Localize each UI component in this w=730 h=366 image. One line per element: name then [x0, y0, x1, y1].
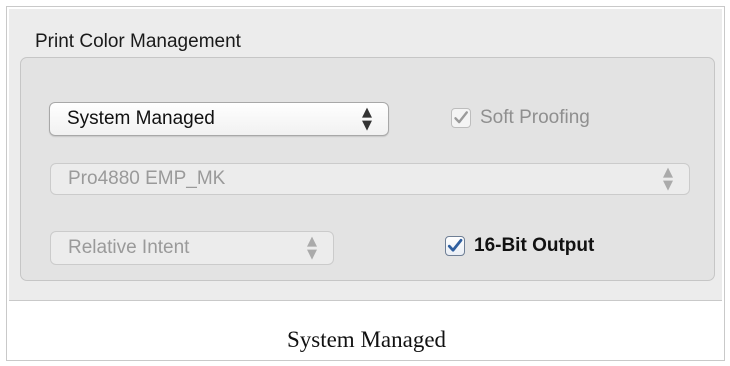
figure-frame: Print Color Management System Managed ▲ ▼…	[6, 6, 725, 361]
updown-arrows-icon: ▲ ▼	[663, 165, 673, 193]
bit16-output-label: 16-Bit Output	[474, 235, 595, 256]
soft-proofing-checkbox-row[interactable]: Soft Proofing	[451, 107, 590, 129]
soft-proofing-label: Soft Proofing	[480, 107, 590, 128]
updown-arrows-icon: ▲ ▼	[362, 105, 372, 133]
printer-profile-value: Pro4880 EMP_MK	[68, 168, 226, 189]
color-handling-value: System Managed	[67, 108, 215, 129]
color-handling-popup[interactable]: System Managed ▲ ▼	[49, 102, 389, 136]
rendering-intent-value: Relative Intent	[68, 237, 190, 258]
updown-arrows-icon: ▲ ▼	[307, 234, 317, 262]
figure-caption: System Managed	[286, 327, 447, 352]
checkmark-icon	[447, 238, 463, 252]
bit16-output-checkbox[interactable]	[445, 236, 465, 256]
bit16-output-checkbox-row[interactable]: 16-Bit Output	[445, 235, 594, 257]
printer-profile-popup[interactable]: Pro4880 EMP_MK ▲ ▼	[50, 163, 690, 195]
rendering-intent-popup[interactable]: Relative Intent ▲ ▼	[50, 231, 334, 265]
soft-proofing-checkbox[interactable]	[451, 108, 471, 128]
panel-title: Print Color Management	[35, 31, 241, 52]
print-color-management-panel: Print Color Management System Managed ▲ ▼…	[9, 9, 722, 301]
checkmark-icon	[454, 111, 468, 124]
